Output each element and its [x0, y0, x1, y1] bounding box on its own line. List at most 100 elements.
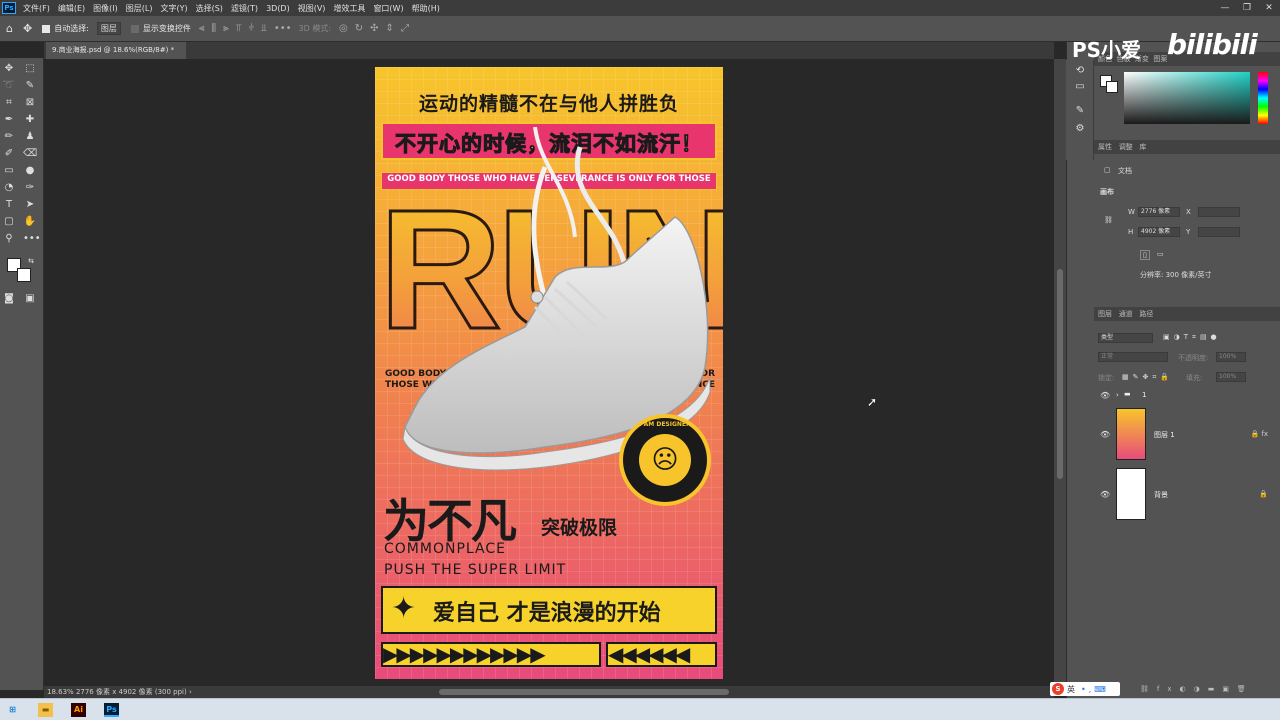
- vertical-scrollbar[interactable]: [1054, 59, 1066, 686]
- layer-row-background[interactable]: 👁 背景 🔒: [1094, 466, 1280, 524]
- quick-select-tool-icon[interactable]: ✎: [23, 79, 37, 93]
- vertical-scroll-thumb[interactable]: [1057, 269, 1063, 479]
- menu-select[interactable]: 选择(S): [192, 3, 227, 14]
- dodge-tool-icon[interactable]: ◔: [2, 181, 16, 195]
- healing-brush-tool-icon[interactable]: ✚: [23, 113, 37, 127]
- home-icon[interactable]: ⌂: [6, 22, 13, 35]
- lasso-tool-icon[interactable]: ➰: [2, 79, 16, 93]
- ime-language[interactable]: 英: [1067, 684, 1075, 695]
- panel-background-swatch[interactable]: [1106, 81, 1118, 93]
- visibility-eye-icon[interactable]: 👁: [1100, 430, 1110, 439]
- 3d-orbit-icon[interactable]: ◎: [339, 23, 348, 34]
- type-tool-icon[interactable]: T: [2, 198, 16, 212]
- visibility-eye-icon[interactable]: 👁: [1100, 391, 1110, 400]
- layer-row-smart[interactable]: 👁 图层 1 🔒 fx: [1094, 406, 1280, 464]
- align-top-icon[interactable]: ⫪: [236, 23, 242, 34]
- move-tool-icon[interactable]: ✥: [23, 22, 32, 35]
- width-field[interactable]: 2776 像素: [1138, 207, 1180, 217]
- tab-paths[interactable]: 路径: [1139, 310, 1153, 318]
- menu-3d[interactable]: 3D(D): [262, 4, 294, 13]
- tab-layers[interactable]: 图层: [1098, 310, 1112, 318]
- y-field[interactable]: [1198, 227, 1240, 237]
- crop-tool-icon[interactable]: ⌗: [2, 96, 16, 110]
- photoshop-app-icon[interactable]: Ps: [104, 703, 119, 717]
- pen-tool-icon[interactable]: ✑: [23, 181, 37, 195]
- menu-plugins[interactable]: 增效工具: [329, 3, 369, 14]
- shape-tool-icon[interactable]: ▢: [2, 215, 16, 229]
- zoom-tool-icon[interactable]: ⚲: [2, 232, 16, 246]
- history-brush-tool-icon[interactable]: ✐: [2, 147, 16, 161]
- menu-view[interactable]: 视图(V): [294, 3, 330, 14]
- horizontal-scroll-thumb[interactable]: [439, 689, 729, 695]
- landscape-icon[interactable]: ▭: [1157, 250, 1164, 258]
- align-right-icon[interactable]: ⫸: [223, 23, 229, 34]
- photoshop-logo-icon[interactable]: Ps: [2, 2, 16, 14]
- menu-image[interactable]: 图像(I): [89, 3, 122, 14]
- align-left-icon[interactable]: ⫷: [199, 23, 205, 34]
- status-zoom[interactable]: 18.63%: [47, 688, 74, 696]
- menu-edit[interactable]: 编辑(E): [54, 3, 89, 14]
- layer-actions-icons[interactable]: ⛓fx◐◑▬▣🗑: [1140, 685, 1254, 693]
- layer-filter-icons[interactable]: ▣◑T⌗▤●: [1163, 333, 1221, 342]
- stamp-tool-icon[interactable]: ♟: [23, 130, 37, 144]
- hand-tool-icon[interactable]: ✋: [23, 215, 37, 229]
- move-tool-icon[interactable]: ✥: [2, 62, 16, 76]
- canvas-section-label[interactable]: 画布: [1100, 187, 1114, 197]
- menu-layer[interactable]: 图层(L): [122, 3, 157, 14]
- auto-select-checkbox[interactable]: [42, 24, 51, 33]
- close-icon[interactable]: ✕: [1258, 0, 1280, 16]
- tab-properties[interactable]: 属性: [1098, 143, 1112, 151]
- lock-icons[interactable]: ▦✎✥⌗🔒: [1122, 373, 1173, 382]
- layer-row-group[interactable]: 👁 › ▬ 1: [1094, 388, 1280, 404]
- tool-presets-icon[interactable]: ⚙: [1073, 122, 1087, 136]
- more-tools-icon[interactable]: •••: [23, 232, 41, 246]
- align-middle-icon[interactable]: ⫩: [248, 23, 254, 34]
- minimize-icon[interactable]: —: [1214, 0, 1236, 16]
- maximize-icon[interactable]: ❐: [1236, 0, 1258, 16]
- tab-libraries[interactable]: 库: [1139, 143, 1146, 151]
- blend-mode-dropdown[interactable]: 正常: [1098, 352, 1168, 362]
- path-select-tool-icon[interactable]: ➤: [23, 198, 37, 212]
- quick-mask-icon[interactable]: ◙: [2, 292, 16, 306]
- background-color-swatch[interactable]: [17, 268, 31, 282]
- menu-window[interactable]: 窗口(W): [369, 3, 407, 14]
- comments-panel-icon[interactable]: ▭: [1073, 80, 1087, 94]
- tab-adjustments[interactable]: 调整: [1119, 143, 1133, 151]
- document-tab[interactable]: 9.商业海报.psd @ 18.6%(RGB/8#) *: [46, 42, 186, 59]
- ime-toolbar[interactable]: S 英 •,⌨: [1050, 682, 1120, 696]
- illustrator-app-icon[interactable]: Ai: [71, 703, 86, 717]
- file-explorer-icon[interactable]: ▬: [38, 703, 53, 717]
- marquee-tool-icon[interactable]: ⬚: [23, 62, 37, 76]
- show-transform-checkbox[interactable]: [130, 24, 139, 33]
- fill-field[interactable]: 100%: [1216, 372, 1246, 382]
- portrait-icon[interactable]: ▯: [1140, 250, 1150, 260]
- align-center-icon[interactable]: ⫼: [212, 23, 217, 34]
- more-options-icon[interactable]: •••: [274, 23, 292, 34]
- color-picker-field[interactable]: [1124, 72, 1250, 124]
- ime-tool-icons[interactable]: •,⌨: [1081, 685, 1109, 694]
- 3d-slide-icon[interactable]: ⇕: [386, 23, 394, 34]
- auto-select-dropdown[interactable]: 图层: [96, 22, 121, 35]
- opacity-field[interactable]: 100%: [1216, 352, 1246, 362]
- menu-help[interactable]: 帮助(H): [408, 3, 444, 14]
- 3d-pan-icon[interactable]: ✣: [370, 23, 378, 34]
- align-bottom-icon[interactable]: ⫫: [261, 23, 267, 34]
- layer-filter-dropdown[interactable]: 类型: [1098, 333, 1153, 343]
- screen-mode-icon[interactable]: ▣: [23, 292, 37, 306]
- tab-channels[interactable]: 通道: [1119, 310, 1133, 318]
- eraser-tool-icon[interactable]: ⌫: [23, 147, 37, 161]
- blur-tool-icon[interactable]: ●: [23, 164, 37, 178]
- 3d-scale-icon[interactable]: ⤢: [401, 23, 409, 34]
- link-dimensions-icon[interactable]: ⛓: [1104, 216, 1113, 224]
- x-field[interactable]: [1198, 207, 1240, 217]
- gradient-tool-icon[interactable]: ▭: [2, 164, 16, 178]
- brush-panel-icon[interactable]: ✎: [1073, 104, 1087, 118]
- poster-artboard[interactable]: 运动的精髓不在与他人拼胜负 不开心的时候，流泪不如流汗！ GOOD BODY T…: [375, 67, 723, 679]
- height-field[interactable]: 4902 像素: [1138, 227, 1180, 237]
- swap-colors-icon[interactable]: ⇆: [24, 254, 38, 268]
- menu-file[interactable]: 文件(F): [19, 3, 54, 14]
- hue-slider[interactable]: [1258, 72, 1268, 124]
- status-arrow-icon[interactable]: ›: [189, 688, 192, 696]
- eyedropper-tool-icon[interactable]: ✒: [2, 113, 16, 127]
- windows-start-icon[interactable]: ⊞: [5, 703, 20, 717]
